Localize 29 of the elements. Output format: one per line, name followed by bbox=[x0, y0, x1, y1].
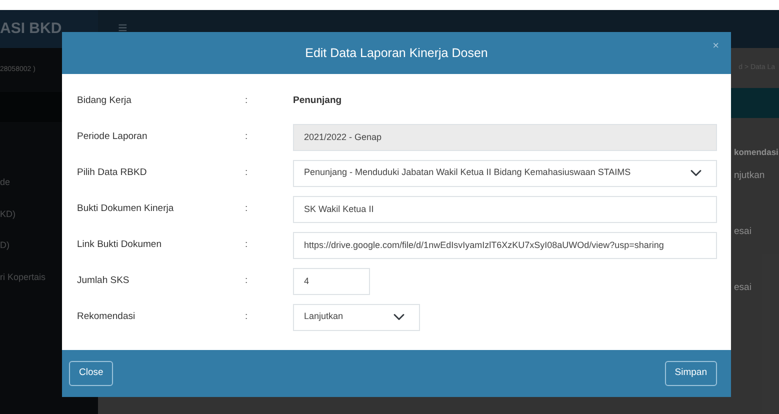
input-field[interactable]: https://drive.google.com/file/d/1nwEdIsvIyamIzlT6XzKU7xSyI08aUWOd/view?usp=sharing bbox=[293, 232, 717, 258]
input-field[interactable]: 2021/2022 - Genap bbox=[293, 124, 717, 150]
table-cell-text: njutkan bbox=[734, 168, 766, 183]
separator: : bbox=[245, 274, 249, 288]
table-cell-text: esai bbox=[734, 280, 752, 295]
field-label: Link Bukti Dokumen bbox=[77, 238, 162, 252]
save-button[interactable]: Simpan bbox=[664, 361, 717, 386]
field-label: Rekomendasi bbox=[77, 310, 136, 324]
input-field[interactable]: SK Wakil Ketua II bbox=[293, 196, 717, 222]
field-label: Periode Laporan bbox=[77, 130, 148, 144]
field-label: Jumlah SKS bbox=[77, 274, 130, 288]
select-field[interactable]: Lanjutkan bbox=[293, 304, 420, 330]
select-field[interactable]: Penunjang - Menduduki Jabatan Wakil Ketua II Bidang Kemahasiuswaan STAIMS bbox=[293, 160, 717, 186]
field-label: Pilih Data RBKD bbox=[77, 166, 148, 180]
close-button[interactable]: Close bbox=[69, 361, 114, 386]
separator: : bbox=[245, 202, 249, 216]
field-label: Bukti Dokumen Kinerja bbox=[77, 202, 175, 216]
brand-name: ASI BKD bbox=[0, 18, 62, 39]
input-field[interactable]: 4 bbox=[293, 268, 370, 294]
column-header: komendasi bbox=[734, 146, 779, 159]
separator: : bbox=[245, 94, 249, 108]
separator: : bbox=[245, 166, 249, 180]
field-label: Bidang Kerja bbox=[77, 94, 132, 108]
table-cell-text: esai bbox=[734, 224, 752, 239]
separator: : bbox=[245, 238, 249, 252]
separator: : bbox=[245, 130, 249, 144]
modal-title: Edit Data Laporan Kinerja Dosen bbox=[305, 44, 488, 62]
separator: : bbox=[245, 310, 249, 324]
field-value: Penunjang bbox=[293, 95, 342, 106]
